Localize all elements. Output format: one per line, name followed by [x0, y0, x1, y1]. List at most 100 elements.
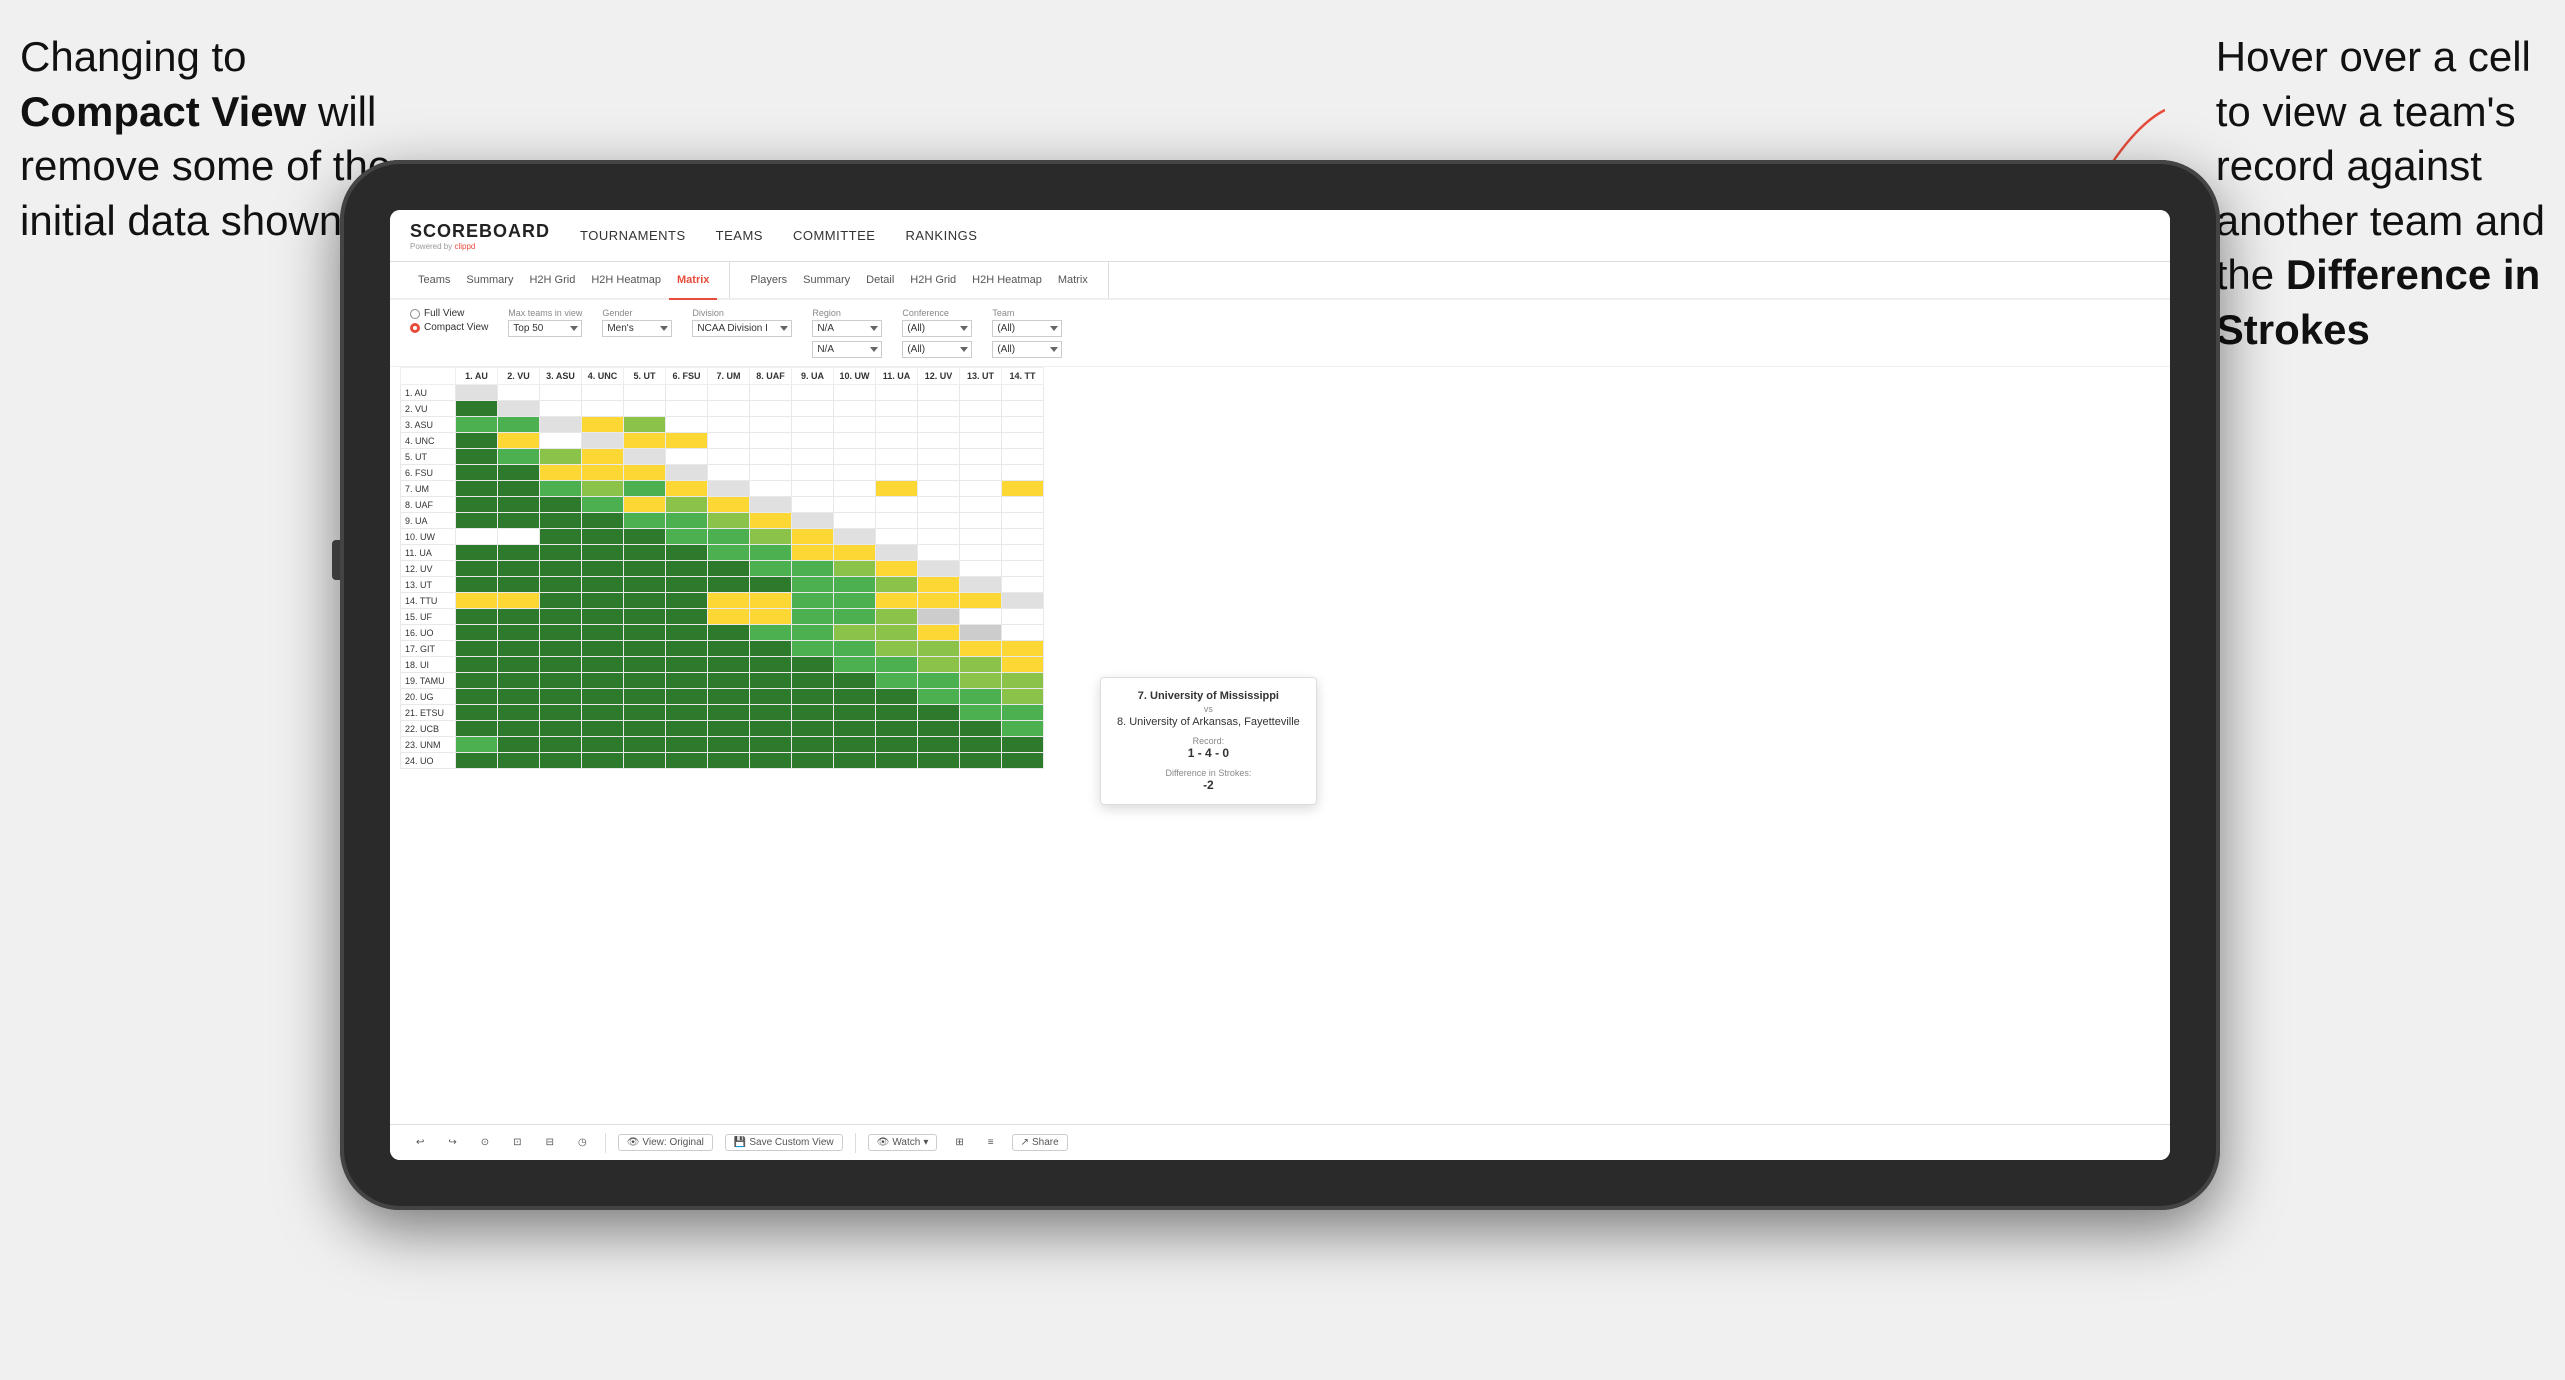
tab-detail[interactable]: Detail	[858, 262, 902, 300]
matrix-cell-0-7[interactable]	[750, 385, 792, 401]
matrix-cell-14-4[interactable]	[624, 609, 666, 625]
matrix-cell-22-12[interactable]	[960, 737, 1002, 753]
matrix-cell-1-3[interactable]	[582, 401, 624, 417]
matrix-cell-10-0[interactable]	[456, 545, 498, 561]
matrix-cell-7-9[interactable]	[834, 497, 876, 513]
matrix-cell-15-1[interactable]	[498, 625, 540, 641]
matrix-cell-4-7[interactable]	[750, 449, 792, 465]
matrix-cell-8-13[interactable]	[1002, 513, 1044, 529]
matrix-cell-6-9[interactable]	[834, 481, 876, 497]
matrix-cell-11-0[interactable]	[456, 561, 498, 577]
matrix-cell-15-3[interactable]	[582, 625, 624, 641]
matrix-cell-23-1[interactable]	[498, 753, 540, 769]
matrix-cell-20-6[interactable]	[708, 705, 750, 721]
matrix-cell-11-11[interactable]	[918, 561, 960, 577]
matrix-cell-20-11[interactable]	[918, 705, 960, 721]
matrix-cell-11-12[interactable]	[960, 561, 1002, 577]
matrix-cell-6-1[interactable]	[498, 481, 540, 497]
matrix-cell-19-9[interactable]	[834, 689, 876, 705]
matrix-cell-12-8[interactable]	[792, 577, 834, 593]
matrix-cell-22-5[interactable]	[666, 737, 708, 753]
matrix-cell-1-10[interactable]	[876, 401, 918, 417]
matrix-cell-12-7[interactable]	[750, 577, 792, 593]
matrix-cell-16-4[interactable]	[624, 641, 666, 657]
toolbar-share[interactable]: ↗ Share	[1012, 1134, 1068, 1151]
matrix-cell-16-0[interactable]	[456, 641, 498, 657]
matrix-cell-5-1[interactable]	[498, 465, 540, 481]
matrix-cell-6-5[interactable]	[666, 481, 708, 497]
toolbar-icon3[interactable]: ⊟	[540, 1135, 560, 1150]
matrix-cell-21-4[interactable]	[624, 721, 666, 737]
matrix-cell-3-0[interactable]	[456, 433, 498, 449]
matrix-cell-21-13[interactable]	[1002, 721, 1044, 737]
matrix-cell-1-8[interactable]	[792, 401, 834, 417]
matrix-cell-3-11[interactable]	[918, 433, 960, 449]
tablet-side-button[interactable]	[332, 540, 340, 580]
matrix-cell-12-5[interactable]	[666, 577, 708, 593]
matrix-cell-8-6[interactable]	[708, 513, 750, 529]
tab-h2hheatmap-1[interactable]: H2H Heatmap	[583, 262, 669, 300]
matrix-cell-9-1[interactable]	[498, 529, 540, 545]
matrix-cell-20-7[interactable]	[750, 705, 792, 721]
matrix-cell-7-4[interactable]	[624, 497, 666, 513]
matrix-cell-14-5[interactable]	[666, 609, 708, 625]
matrix-cell-5-8[interactable]	[792, 465, 834, 481]
matrix-cell-13-1[interactable]	[498, 593, 540, 609]
matrix-cell-14-8[interactable]	[792, 609, 834, 625]
matrix-cell-18-3[interactable]	[582, 673, 624, 689]
matrix-cell-6-6[interactable]	[708, 481, 750, 497]
matrix-cell-10-2[interactable]	[540, 545, 582, 561]
matrix-cell-19-8[interactable]	[792, 689, 834, 705]
matrix-cell-16-9[interactable]	[834, 641, 876, 657]
matrix-cell-5-10[interactable]	[876, 465, 918, 481]
matrix-cell-7-6[interactable]	[708, 497, 750, 513]
matrix-cell-15-0[interactable]	[456, 625, 498, 641]
matrix-cell-2-2[interactable]	[540, 417, 582, 433]
matrix-cell-13-9[interactable]	[834, 593, 876, 609]
matrix-cell-16-10[interactable]	[876, 641, 918, 657]
matrix-cell-11-6[interactable]	[708, 561, 750, 577]
matrix-cell-11-5[interactable]	[666, 561, 708, 577]
radio-compact-view[interactable]: Compact View	[410, 322, 488, 333]
matrix-cell-19-10[interactable]	[876, 689, 918, 705]
matrix-cell-2-5[interactable]	[666, 417, 708, 433]
matrix-cell-5-5[interactable]	[666, 465, 708, 481]
matrix-cell-2-6[interactable]	[708, 417, 750, 433]
matrix-cell-3-8[interactable]	[792, 433, 834, 449]
matrix-cell-13-2[interactable]	[540, 593, 582, 609]
matrix-cell-5-12[interactable]	[960, 465, 1002, 481]
toolbar-grid[interactable]: ⊞	[949, 1135, 969, 1150]
matrix-cell-2-3[interactable]	[582, 417, 624, 433]
matrix-cell-20-5[interactable]	[666, 705, 708, 721]
matrix-cell-7-13[interactable]	[1002, 497, 1044, 513]
filter-region-select[interactable]: N/A	[812, 320, 882, 337]
matrix-cell-2-13[interactable]	[1002, 417, 1044, 433]
matrix-cell-13-5[interactable]	[666, 593, 708, 609]
matrix-cell-4-9[interactable]	[834, 449, 876, 465]
matrix-cell-12-11[interactable]	[918, 577, 960, 593]
matrix-container[interactable]: 1. AU 2. VU 3. ASU 4. UNC 5. UT 6. FSU 7…	[390, 367, 2170, 1124]
matrix-cell-23-0[interactable]	[456, 753, 498, 769]
tab-players[interactable]: Players	[742, 262, 795, 300]
matrix-cell-6-8[interactable]	[792, 481, 834, 497]
matrix-cell-0-13[interactable]	[1002, 385, 1044, 401]
matrix-cell-15-13[interactable]	[1002, 625, 1044, 641]
matrix-cell-22-13[interactable]	[1002, 737, 1044, 753]
matrix-cell-0-1[interactable]	[498, 385, 540, 401]
matrix-cell-4-13[interactable]	[1002, 449, 1044, 465]
matrix-cell-21-9[interactable]	[834, 721, 876, 737]
matrix-cell-9-2[interactable]	[540, 529, 582, 545]
matrix-cell-14-6[interactable]	[708, 609, 750, 625]
nav-tournaments[interactable]: TOURNAMENTS	[580, 228, 686, 243]
matrix-cell-6-7[interactable]	[750, 481, 792, 497]
matrix-cell-9-3[interactable]	[582, 529, 624, 545]
matrix-cell-11-10[interactable]	[876, 561, 918, 577]
matrix-cell-8-5[interactable]	[666, 513, 708, 529]
matrix-cell-13-6[interactable]	[708, 593, 750, 609]
matrix-cell-22-6[interactable]	[708, 737, 750, 753]
matrix-cell-1-0[interactable]	[456, 401, 498, 417]
matrix-cell-13-0[interactable]	[456, 593, 498, 609]
matrix-cell-6-11[interactable]	[918, 481, 960, 497]
matrix-cell-0-6[interactable]	[708, 385, 750, 401]
matrix-cell-14-11[interactable]	[918, 609, 960, 625]
